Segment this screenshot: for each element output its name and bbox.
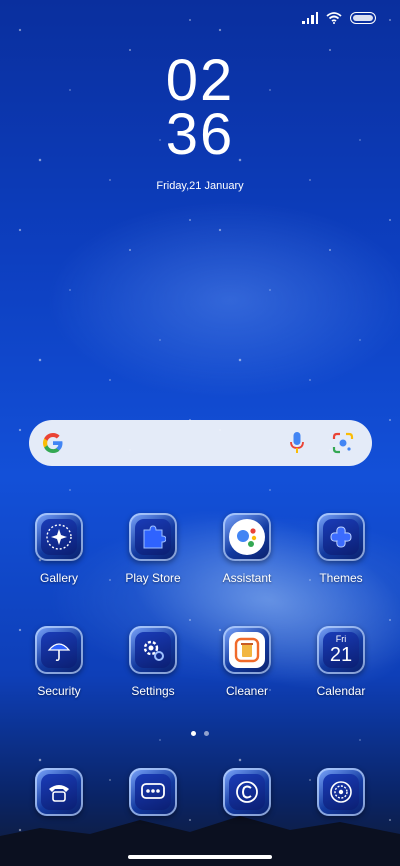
app-cleaner[interactable]: Cleaner bbox=[207, 626, 287, 698]
home-indicator[interactable] bbox=[128, 855, 272, 859]
signal-icon bbox=[302, 12, 318, 24]
app-label: Cleaner bbox=[225, 684, 269, 698]
app-label: Play Store bbox=[125, 571, 181, 585]
google-search-bar[interactable] bbox=[29, 420, 372, 466]
dock-camera[interactable] bbox=[301, 768, 381, 816]
app-label: Settings bbox=[131, 684, 175, 698]
app-row-1: Gallery Play Store Assistant Themes bbox=[0, 513, 400, 585]
lockscreen-clock[interactable]: 02 36 bbox=[0, 48, 400, 167]
google-logo-icon bbox=[43, 433, 63, 453]
date-label[interactable]: Friday,21 January bbox=[0, 180, 400, 192]
app-assistant[interactable]: Assistant bbox=[207, 513, 287, 585]
app-themes[interactable]: Themes bbox=[301, 513, 381, 585]
app-gallery[interactable]: Gallery bbox=[19, 513, 99, 585]
assistant-icon bbox=[223, 513, 271, 561]
messages-icon bbox=[129, 768, 177, 816]
calendar-day-number: 21 bbox=[329, 644, 353, 666]
clock-minutes: 36 bbox=[165, 102, 235, 167]
dock-phone[interactable] bbox=[19, 768, 99, 816]
camera-icon bbox=[317, 768, 365, 816]
app-calendar[interactable]: Fri 21 Calendar bbox=[301, 626, 381, 698]
umbrella-icon bbox=[35, 626, 83, 674]
app-label: Themes bbox=[319, 571, 363, 585]
dock-browser[interactable] bbox=[207, 768, 287, 816]
phone-icon bbox=[35, 768, 83, 816]
dock bbox=[0, 768, 400, 816]
settings-icon bbox=[129, 626, 177, 674]
browser-icon bbox=[223, 768, 271, 816]
microphone-icon[interactable] bbox=[290, 432, 304, 454]
app-label: Security bbox=[37, 684, 81, 698]
gallery-icon bbox=[35, 513, 83, 561]
app-label: Gallery bbox=[39, 571, 78, 585]
app-security[interactable]: Security bbox=[19, 626, 99, 698]
app-row-2: Security Settings Cleaner Fri 21 Calenda… bbox=[0, 626, 400, 698]
app-label: Calendar bbox=[316, 684, 366, 698]
page-dot[interactable] bbox=[204, 731, 209, 736]
cleaner-icon bbox=[223, 626, 271, 674]
app-play-store[interactable]: Play Store bbox=[113, 513, 193, 585]
status-bar bbox=[302, 12, 376, 24]
page-indicator bbox=[0, 731, 400, 736]
calendar-day-name: Fri bbox=[335, 634, 347, 644]
play-store-icon bbox=[129, 513, 177, 561]
page-dot-active[interactable] bbox=[191, 731, 196, 736]
themes-icon bbox=[317, 513, 365, 561]
google-lens-icon[interactable] bbox=[332, 432, 354, 454]
clock-hours: 02 bbox=[165, 48, 235, 113]
calendar-icon: Fri 21 bbox=[317, 626, 365, 674]
app-label: Assistant bbox=[222, 571, 272, 585]
battery-icon bbox=[350, 12, 376, 24]
wifi-icon bbox=[326, 12, 342, 24]
dock-messages[interactable] bbox=[113, 768, 193, 816]
app-settings[interactable]: Settings bbox=[113, 626, 193, 698]
